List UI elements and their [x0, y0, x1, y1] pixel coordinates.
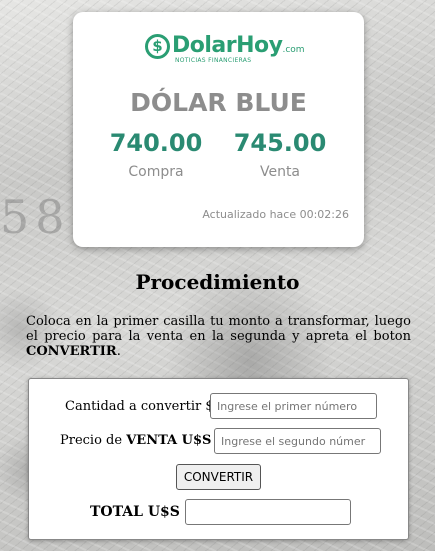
sell-price: 745.00	[233, 129, 327, 157]
buy-price: 740.00	[109, 129, 203, 157]
procedure-title: Procedimiento	[135, 270, 300, 294]
total-output[interactable]	[185, 499, 351, 525]
procedure-bold-word: CONVERTIR	[26, 344, 117, 359]
sale-price-input[interactable]	[214, 428, 381, 454]
amount-label: Cantidad a convertir $	[65, 399, 214, 414]
updated-timestamp: Actualizado hace 00:02:26	[202, 208, 349, 221]
logo-tagline: NOTICIAS FINANCIERAS	[175, 57, 252, 64]
logo-suffix: .com	[282, 45, 305, 55]
page-title: DÓLAR BLUE	[130, 88, 307, 117]
converter-form: Cantidad a convertir $ Precio de VENTA U…	[28, 378, 409, 540]
dolarhoy-logo[interactable]: $ DolarHoy.com NOTICIAS FINANCIERAS	[145, 34, 305, 70]
total-label: TOTAL U$S	[90, 504, 180, 520]
quote-card: $ DolarHoy.com NOTICIAS FINANCIERAS DÓLA…	[73, 12, 364, 247]
dollar-coin-icon: $	[145, 34, 170, 59]
buy-label: Compra	[128, 164, 184, 180]
convert-button[interactable]: CONVERTIR	[176, 464, 261, 490]
sell-label: Venta	[259, 164, 301, 180]
amount-input[interactable]	[210, 393, 377, 419]
procedure-text: Coloca en la primer casilla tu monto a t…	[26, 314, 411, 359]
price-label: Precio de VENTA U$S	[60, 433, 212, 448]
